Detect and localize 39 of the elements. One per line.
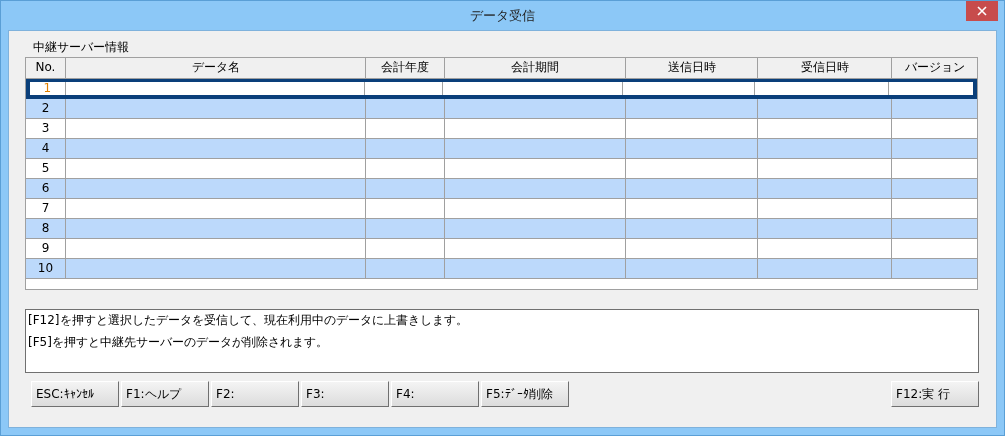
message-text: [F12]を押すと選択したデータを受信して、現在利用中のデータに上書きします。 bbox=[28, 312, 469, 329]
column-header: 会計年度 bbox=[366, 58, 446, 78]
column-header: 会計期間 bbox=[445, 58, 626, 78]
execute-button[interactable]: F12:実 行 bbox=[891, 381, 979, 407]
function-key-button[interactable]: F5:ﾃﾞｰﾀ削除 bbox=[481, 381, 569, 407]
column-header: No. bbox=[26, 58, 66, 78]
table-row[interactable]: 9 bbox=[26, 239, 977, 259]
row-number: 2 bbox=[26, 99, 66, 118]
table-row[interactable]: 7 bbox=[26, 199, 977, 219]
function-key-button[interactable]: F2: bbox=[211, 381, 299, 407]
window-title: データ受信 bbox=[470, 6, 535, 25]
row-number: 5 bbox=[26, 159, 66, 178]
close-icon bbox=[977, 6, 987, 16]
section-label: 中継サーバー情報 bbox=[32, 39, 130, 56]
function-key-button[interactable]: F3: bbox=[301, 381, 389, 407]
function-key-button[interactable]: F4: bbox=[391, 381, 479, 407]
table-row[interactable]: 6 bbox=[26, 179, 977, 199]
close-button[interactable] bbox=[966, 1, 998, 21]
column-header: 受信日時 bbox=[758, 58, 893, 78]
table-row[interactable]: 3 bbox=[26, 119, 977, 139]
function-key-button[interactable]: ESC:ｷｬﾝｾﾙ bbox=[31, 381, 119, 407]
column-header: バージョン bbox=[903, 59, 966, 76]
table-row[interactable]: 5 bbox=[26, 159, 977, 179]
row-number: 6 bbox=[26, 179, 66, 198]
row-number: 9 bbox=[26, 239, 66, 258]
message-text: [F5]を押すと中継先サーバーのデータが削除されます。 bbox=[28, 334, 329, 351]
table-row[interactable]: 2 bbox=[26, 99, 977, 119]
row-number: 4 bbox=[26, 139, 66, 158]
row-number: 7 bbox=[26, 199, 66, 218]
row-number: 8 bbox=[26, 219, 66, 238]
row-number: 10 bbox=[26, 259, 66, 278]
column-header: 送信日時 bbox=[625, 58, 759, 78]
row-number: 3 bbox=[26, 119, 66, 138]
function-key-button[interactable]: F1:ヘルプ bbox=[121, 381, 209, 407]
table-row[interactable]: 10 bbox=[26, 259, 977, 279]
column-header: データ名 bbox=[65, 58, 367, 78]
table-row[interactable]: 8 bbox=[26, 219, 977, 239]
table-row[interactable]: 4 bbox=[26, 139, 977, 159]
row-number: 1 bbox=[30, 82, 66, 95]
